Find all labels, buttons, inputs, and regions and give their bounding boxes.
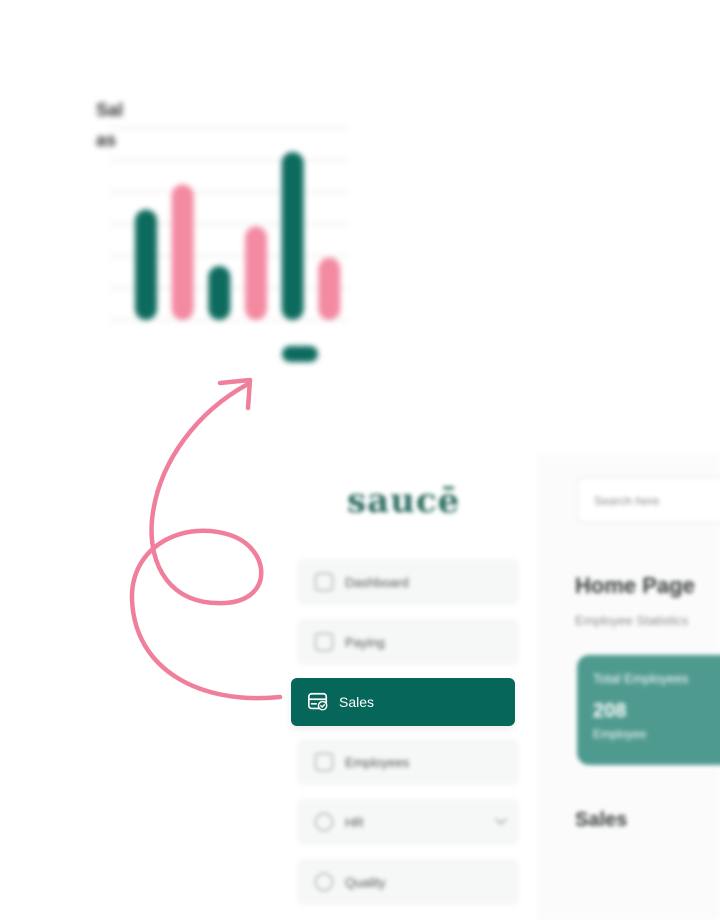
sidebar-item-dashboard[interactable]: Dashboard (297, 559, 519, 605)
sidebar-item-label: Dashboard (345, 574, 409, 590)
sidebar-item-label: Employees (345, 754, 410, 770)
quality-icon (315, 873, 333, 891)
stat-value: 208 (593, 700, 627, 722)
page-title: Home Page (575, 573, 695, 598)
sidebar-item-paying[interactable]: Paying (297, 619, 519, 665)
hr-icon (315, 813, 333, 831)
stat-card-total-employees: Total Employees 208 Employee (577, 655, 720, 765)
search-input[interactable]: Search here (577, 477, 720, 523)
arrow-path (129, 381, 283, 701)
chevron-down-icon (495, 813, 507, 825)
sales-card-icon (308, 692, 328, 711)
sidebar-item-label: HR (345, 814, 364, 830)
sidebar-item-label: Quality (345, 874, 386, 890)
sidebar-item-sales[interactable]: Sales (291, 678, 515, 726)
stat-unit: Employee (593, 727, 647, 741)
sidebar-item-quality[interactable]: Quality (297, 859, 519, 905)
search-placeholder: Search here (594, 494, 660, 508)
brand-logo: saucē (347, 481, 461, 521)
stat-label: Total Employees (593, 671, 689, 686)
sidebar: saucē Dashboard Paying Sales Employees H… (275, 455, 537, 920)
app-window: saucē Dashboard Paying Sales Employees H… (275, 455, 720, 920)
main-content: Search here Home Page Employee Statistic… (537, 455, 720, 920)
sidebar-item-label: Sales (339, 694, 375, 710)
page-subtitle: Employee Statistics (575, 613, 689, 628)
employees-icon (315, 753, 333, 771)
dashboard-icon (315, 573, 333, 591)
sidebar-item-hr[interactable]: HR (297, 799, 519, 845)
card-icon (315, 633, 333, 651)
sidebar-item-employees[interactable]: Employees (297, 739, 519, 785)
section-title: Sales (575, 809, 628, 831)
sidebar-item-label: Paying (345, 634, 385, 650)
